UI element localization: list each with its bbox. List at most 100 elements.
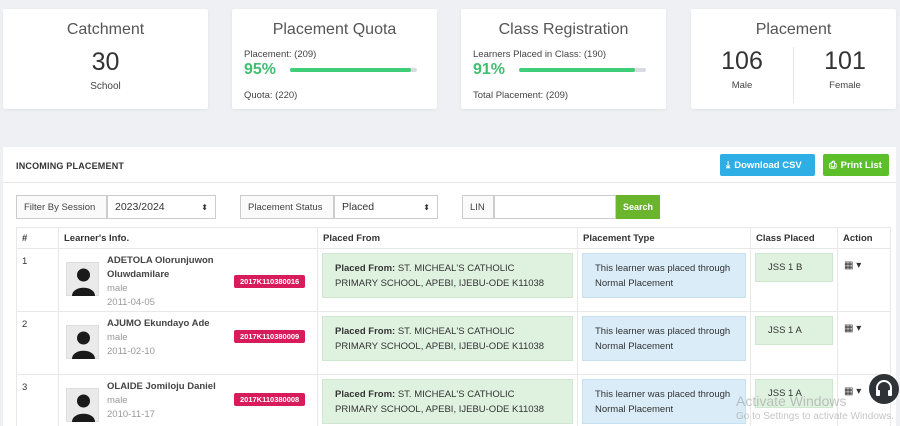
placed-from-cell: Placed From: ST. MICHEAL'S CATHOLIC PRIM… — [317, 311, 578, 375]
learner-name: OLAIDE Jomiloju Daniel — [107, 381, 216, 392]
col-action: Action — [837, 227, 891, 249]
col-placed-from: Placed From — [317, 227, 578, 249]
catchment-title: Catchment — [66, 21, 145, 38]
status-select-value: Placed — [342, 201, 375, 213]
table-row: 1 ADETOLA Olorunjuwon Oluwdamilare male … — [16, 248, 891, 312]
placement-quota-progress-fill — [290, 68, 411, 72]
incoming-placement-panel: INCOMING PLACEMENT ⤓ Download CSV ⎙ Prin… — [3, 147, 896, 426]
download-csv-label: Download CSV — [734, 159, 802, 171]
learner-name: ADETOLA Olorunjuwon Oluwdamilare — [107, 255, 214, 280]
avatar — [66, 325, 99, 359]
download-csv-button[interactable]: ⤓ Download CSV — [720, 154, 815, 176]
learner-info-cell: OLAIDE Jomiloju Daniel male 2010-11-17 2… — [58, 374, 318, 426]
placement-type-text: This learner was placed through Normal P… — [582, 379, 746, 424]
placement-quota-percent: 95% — [244, 61, 277, 78]
class-registration-percent: 91% — [473, 61, 506, 78]
action-cell: ▦ ▾ — [837, 248, 891, 312]
catchment-value: 30 — [91, 48, 120, 76]
printer-icon: ⎙ — [829, 159, 837, 171]
activate-windows-title: Activate Windows — [736, 393, 847, 409]
panel-title: INCOMING PLACEMENT — [16, 161, 125, 171]
print-list-button[interactable]: ⎙ Print List — [823, 154, 889, 176]
lin-badge: 2017K110380008 — [234, 393, 306, 406]
panel-header: INCOMING PLACEMENT ⤓ Download CSV ⎙ Prin… — [3, 147, 896, 183]
class-registration-progress-fill — [519, 68, 635, 72]
placement-type-cell: This learner was placed through Normal P… — [577, 248, 751, 312]
select-arrows-icon: ⬍ — [423, 202, 430, 212]
placed-from-label: Placed From: — [335, 389, 396, 400]
headset-icon — [876, 380, 892, 396]
male-count: 106 — [721, 47, 763, 75]
class-placed-cell: JSS 1 A — [750, 311, 838, 375]
placement-type-cell: This learner was placed through Normal P… — [577, 374, 751, 426]
download-icon: ⤓ — [726, 159, 731, 171]
col-class-placed: Class Placed — [750, 227, 838, 249]
status-select[interactable]: Placed ⬍ — [334, 195, 438, 219]
learner-dob: 2011-02-10 — [107, 346, 155, 357]
catchment-card: Catchment 30 School — [3, 9, 208, 109]
action-menu-icon[interactable]: ▦ ▾ — [844, 260, 861, 271]
row-number: 3 — [16, 374, 59, 426]
placed-from-box: Placed From: ST. MICHEAL'S CATHOLIC PRIM… — [322, 253, 573, 298]
session-filter-label: Filter By Session — [16, 195, 107, 219]
learner-dob: 2011-04-05 — [107, 297, 155, 308]
class-registration-progress — [519, 68, 646, 72]
session-select[interactable]: 2023/2024 ⬍ — [107, 195, 216, 219]
action-menu-icon[interactable]: ▦ ▾ — [844, 386, 861, 397]
learner-name: AJUMO Ekundayo Ade — [107, 318, 210, 329]
placement-quota-title: Placement Quota — [272, 21, 397, 38]
female-count: 101 — [824, 47, 866, 75]
lin-badge: 2017K110380009 — [234, 330, 306, 343]
action-cell: ▦ ▾ — [837, 311, 891, 375]
activate-windows-subtitle: Go to Settings to activate Windows. — [736, 411, 894, 422]
lin-badge: 2017K110380016 — [234, 275, 306, 288]
action-menu-icon[interactable]: ▦ ▾ — [844, 323, 861, 334]
class-registration-title: Class Registration — [498, 21, 629, 38]
placement-quota-card: Placement Quota Placement: (209) 95% Quo… — [232, 9, 437, 109]
learners-placed-in-class: Learners Placed in Class: (190) — [473, 49, 607, 60]
support-headset-button[interactable] — [869, 374, 899, 404]
placement-count: Placement: (209) — [244, 49, 317, 60]
class-registration-card: Class Registration Learners Placed in Cl… — [461, 9, 666, 109]
placement-type-text: This learner was placed through Normal P… — [582, 316, 746, 361]
placed-from-box: Placed From: ST. MICHEAL'S CATHOLIC PRIM… — [322, 316, 573, 361]
female-label: Female — [829, 80, 861, 91]
placed-from-box: Placed From: ST. MICHEAL'S CATHOLIC PRIM… — [322, 379, 573, 424]
avatar — [66, 388, 99, 422]
placed-from-label: Placed From: — [335, 263, 396, 274]
avatar — [66, 262, 99, 296]
search-button[interactable]: Search — [616, 195, 660, 219]
lin-input[interactable] — [494, 195, 616, 219]
lin-label: LIN — [462, 195, 494, 219]
placement-card: Placement 106 Male 101 Female — [691, 9, 896, 109]
session-select-value: 2023/2024 — [115, 201, 165, 213]
table-row: 2 AJUMO Ekundayo Ade male 2011-02-10 201… — [16, 311, 891, 375]
quota-count: Quota: (220) — [244, 90, 298, 101]
select-arrows-icon: ⬍ — [201, 202, 208, 212]
learner-info-cell: AJUMO Ekundayo Ade male 2011-02-10 2017K… — [58, 311, 318, 375]
learner-info-cell: ADETOLA Olorunjuwon Oluwdamilare male 20… — [58, 248, 318, 312]
class-placed-cell: JSS 1 B — [750, 248, 838, 312]
catchment-label: School — [90, 81, 121, 92]
class-placed-value: JSS 1 B — [755, 253, 833, 282]
placed-from-cell: Placed From: ST. MICHEAL'S CATHOLIC PRIM… — [317, 248, 578, 312]
learner-dob: 2010-11-17 — [107, 409, 155, 420]
learner-gender: male — [107, 332, 128, 343]
col-learner-info: Learner's Info. — [58, 227, 318, 249]
placement-type-cell: This learner was placed through Normal P… — [577, 311, 751, 375]
learner-gender: male — [107, 283, 128, 294]
row-number: 1 — [16, 248, 59, 312]
placement-quota-progress — [290, 68, 417, 72]
col-placement-type: Placement Type — [577, 227, 751, 249]
learner-gender: male — [107, 395, 128, 406]
class-placed-value: JSS 1 A — [755, 316, 833, 345]
placed-from-label: Placed From: — [335, 326, 396, 337]
total-placement: Total Placement: (209) — [473, 90, 569, 101]
male-label: Male — [731, 80, 753, 91]
placed-from-cell: Placed From: ST. MICHEAL'S CATHOLIC PRIM… — [317, 374, 578, 426]
print-list-label: Print List — [840, 159, 882, 171]
status-filter-label: Placement Status — [240, 195, 334, 219]
placement-type-text: This learner was placed through Normal P… — [582, 253, 746, 298]
col-number: # — [16, 227, 59, 249]
placement-title: Placement — [755, 21, 832, 38]
